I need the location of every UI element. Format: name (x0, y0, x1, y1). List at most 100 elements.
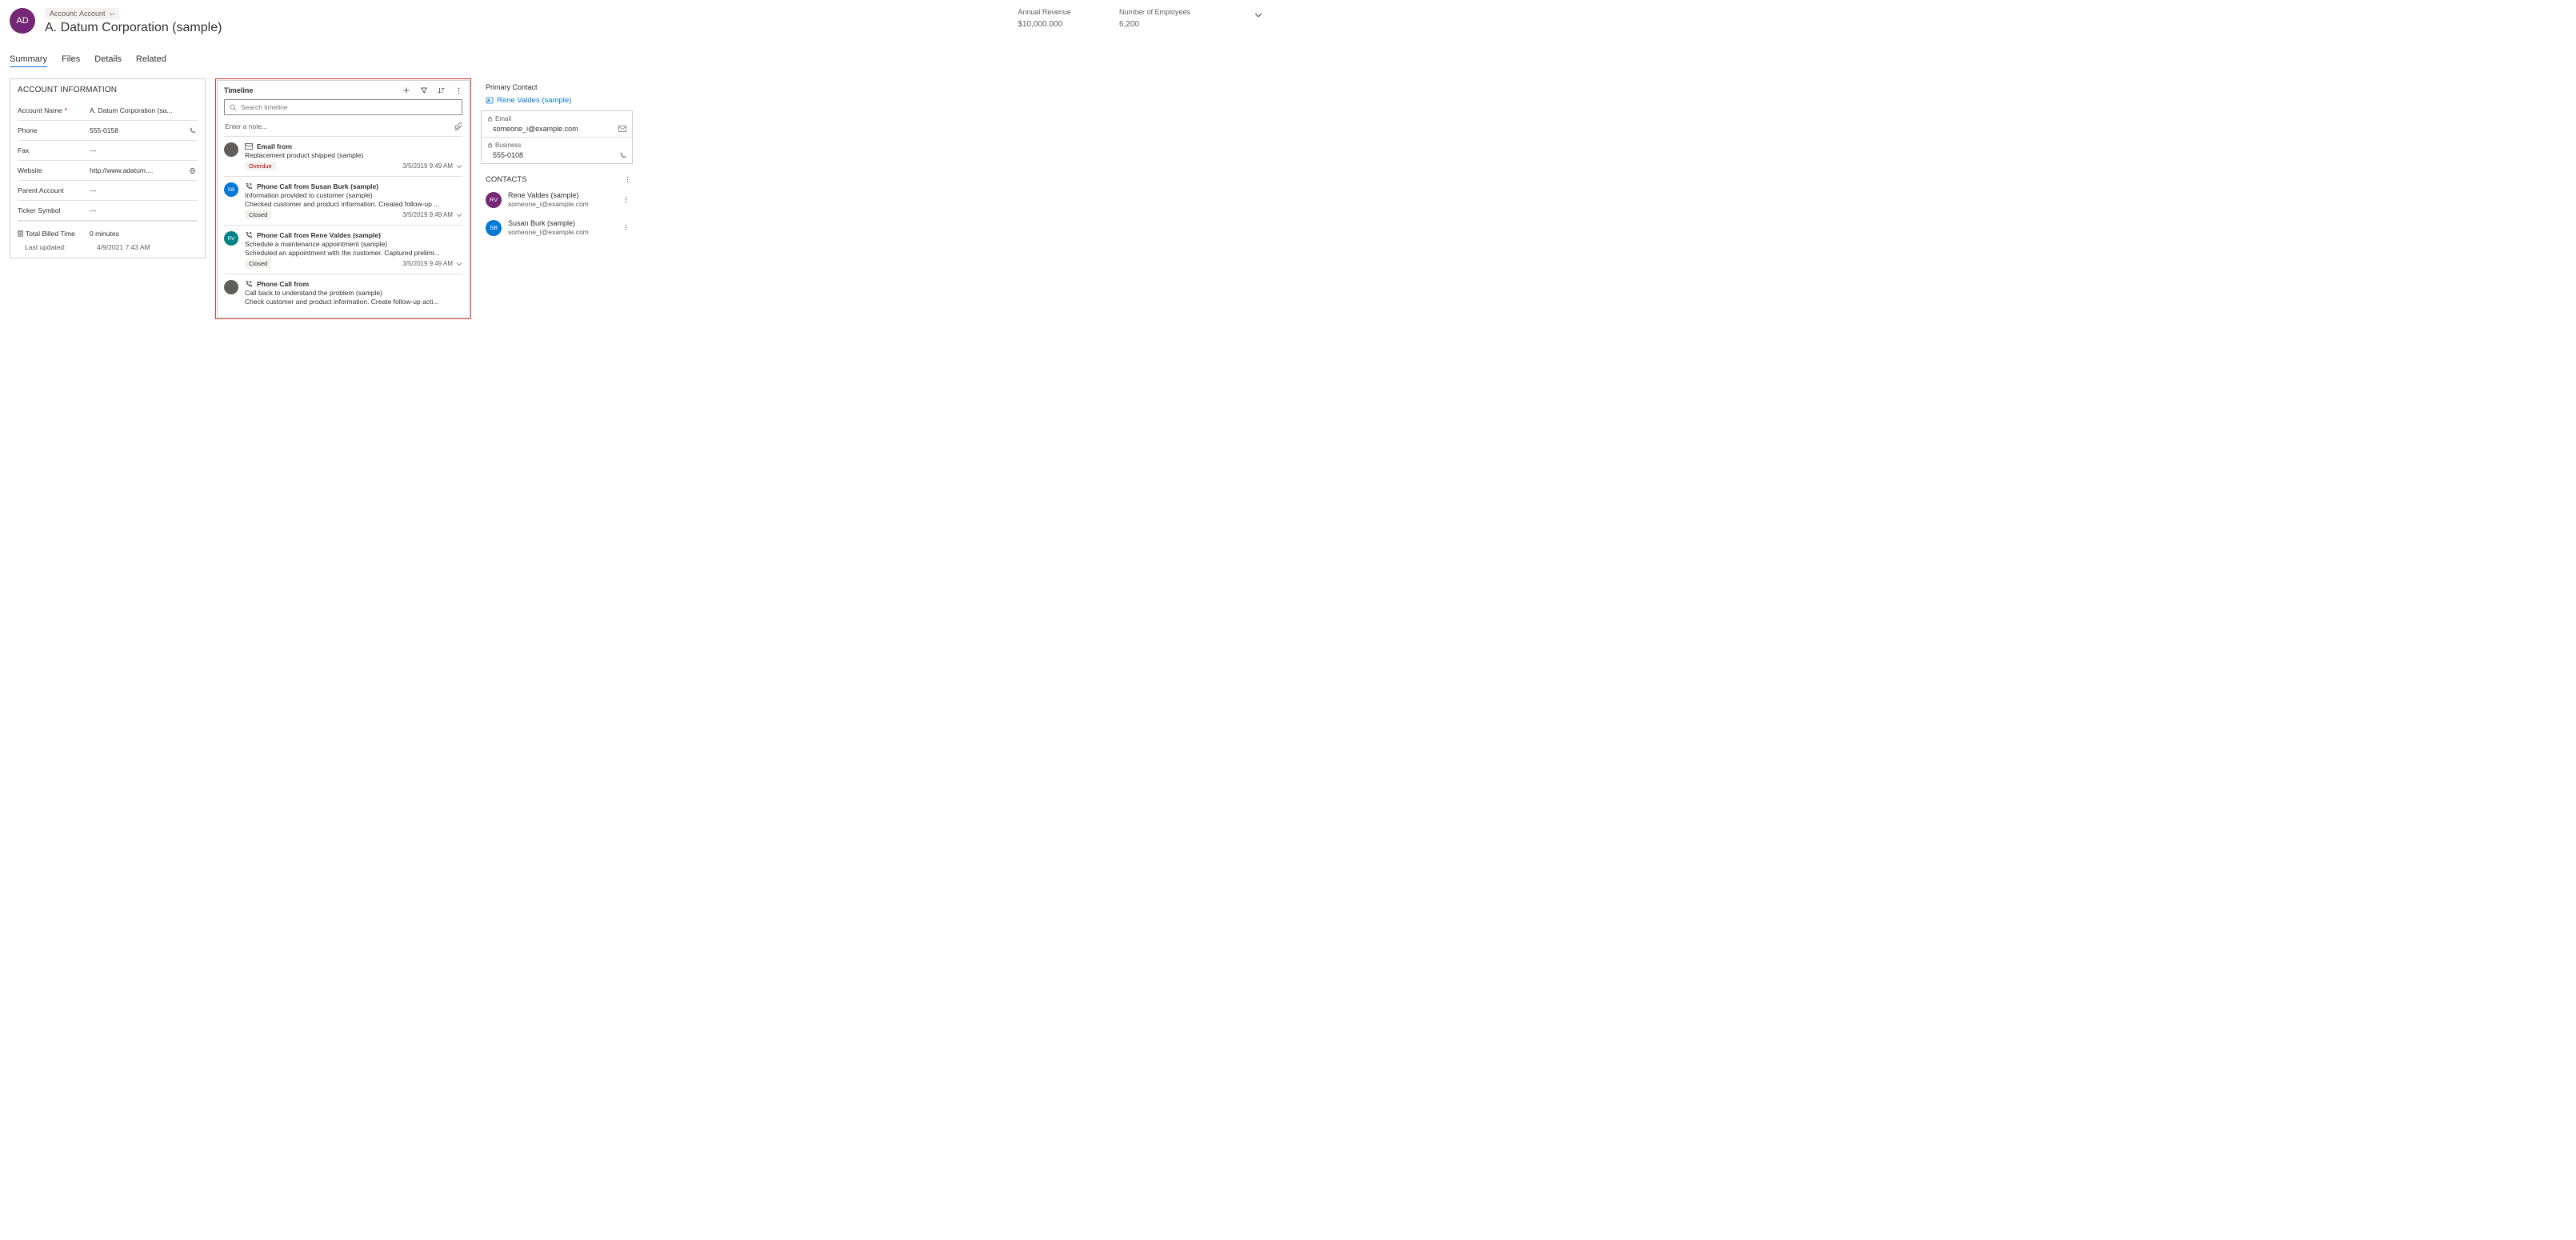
contact-item[interactable]: SBSusan Burk (sample)someone_l@example.c… (481, 214, 633, 242)
timeline-item-date: 3/5/2019 9:49 AM (402, 260, 462, 267)
timeline-search[interactable] (224, 99, 462, 115)
field-fax[interactable]: Fax --- (18, 141, 198, 161)
chevron-down-icon[interactable] (456, 212, 462, 218)
field-value: someone_i@example.com (493, 125, 578, 133)
field-label: Business (495, 142, 521, 149)
stat-annual-revenue: Annual Revenue $10,000.000 (1018, 8, 1071, 29)
chevron-down-icon[interactable] (456, 261, 462, 267)
primary-contact-label: Primary Contact (486, 83, 633, 91)
timeline-avatar (224, 142, 238, 157)
required-indicator: * (65, 106, 67, 114)
field-ticker[interactable]: Ticker Symbol --- (18, 201, 198, 221)
contact-email-field[interactable]: Email someone_i@example.com (482, 111, 632, 137)
contacts-more-button[interactable] (624, 176, 631, 183)
contact-avatar: RV (486, 192, 502, 208)
contacts-section: CONTACTS RVRene Valdes (sample)someone_i… (481, 172, 633, 242)
globe-icon[interactable] (189, 167, 196, 174)
timeline-body: Phone Call fromCall back to understand t… (245, 280, 462, 306)
timeline-body: Email fromReplacement product shipped (s… (245, 142, 462, 170)
timeline-item-description: Check customer and product information. … (245, 298, 462, 306)
stat-value: 6,200 (1119, 20, 1190, 29)
record-title: A. Datum Corporation (sample) (45, 21, 1008, 35)
lock-icon (487, 116, 493, 122)
field-value: 555-0158 (90, 126, 118, 134)
timeline-search-input[interactable] (241, 103, 457, 111)
timeline-sort-button[interactable] (438, 86, 446, 94)
last-updated-value: 4/9/2021 7:43 AM (97, 243, 150, 251)
field-label: Parent Account (18, 186, 64, 194)
field-label: Website (18, 166, 42, 174)
field-value: --- (90, 206, 97, 214)
contact-name: Susan Burk (sample) (508, 219, 616, 227)
timeline-item-title: Phone Call from Susan Burk (sample) (257, 182, 378, 190)
contact-email: someone_i@example.com (508, 200, 616, 208)
timeline-note-input[interactable]: Enter a note... (224, 120, 462, 136)
email-icon (245, 143, 253, 150)
timeline-add-button[interactable] (402, 86, 410, 94)
lock-icon (487, 142, 493, 148)
field-label: Total Billed Time (26, 230, 75, 238)
attachment-button[interactable] (454, 122, 462, 130)
primary-contact-section: Primary Contact Rene Valdes (sample) Ema… (481, 78, 633, 164)
timeline-body: Phone Call from Rene Valdes (sample)Sche… (245, 231, 462, 268)
timeline-status-badge: Overdue (245, 162, 276, 170)
timeline-avatar: SB (224, 182, 238, 197)
timeline-item[interactable]: RVPhone Call from Rene Valdes (sample)Sc… (224, 225, 462, 274)
header-expand-chevron[interactable] (1254, 8, 1262, 19)
more-vertical-icon (624, 176, 631, 183)
timeline-item-title: Email from (257, 142, 292, 150)
field-label: Phone (18, 126, 38, 134)
timeline-item-date: 3/5/2019 9:49 AM (402, 211, 462, 218)
contact-more-button[interactable] (622, 196, 630, 203)
timeline-item-date: 3/5/2019 9:49 AM (402, 162, 462, 170)
timeline-more-button[interactable] (455, 87, 462, 94)
tab-strip: Summary Files Details Related (10, 54, 1278, 67)
phone-icon[interactable] (189, 127, 196, 134)
timeline-item[interactable]: Phone Call fromCall back to understand t… (224, 274, 462, 311)
field-value: A. Datum Corporation (sa... (90, 106, 172, 114)
timeline-item-title: Phone Call from Rene Valdes (sample) (257, 231, 381, 239)
plus-icon (402, 86, 410, 94)
entity-type-selector[interactable]: Account: Account (45, 8, 119, 19)
timeline-filter-button[interactable] (420, 86, 428, 94)
record-header: AD Account: Account A. Datum Corporation… (10, 8, 1278, 35)
timeline-item-subject: Call back to understand the problem (sam… (245, 289, 462, 297)
chevron-down-icon (1254, 11, 1262, 19)
phone-call-icon (245, 182, 253, 190)
tab-summary[interactable]: Summary (10, 54, 47, 67)
entity-type-label: Account: Account (50, 10, 106, 18)
tab-files[interactable]: Files (62, 54, 80, 67)
field-parent-account[interactable]: Parent Account --- (18, 181, 198, 201)
contact-item[interactable]: RVRene Valdes (sample)someone_i@example.… (481, 186, 633, 214)
field-value: 0 minutes (90, 230, 119, 238)
mail-icon[interactable] (618, 126, 626, 132)
tab-related[interactable]: Related (136, 54, 166, 67)
timeline-item-title: Phone Call from (257, 280, 309, 288)
contact-more-button[interactable] (622, 224, 630, 231)
field-website[interactable]: Website http://www.adatum.... (18, 161, 198, 181)
more-vertical-icon (622, 224, 630, 231)
timeline-avatar: RV (224, 231, 238, 246)
field-phone[interactable]: Phone 555-0158 (18, 121, 198, 141)
phone-icon[interactable] (619, 152, 626, 159)
primary-contact-link[interactable]: Rene Valdes (sample) (486, 96, 633, 105)
last-updated-row: Last updated: 4/9/2021 7:43 AM (18, 240, 198, 251)
more-vertical-icon (455, 87, 462, 94)
search-icon (230, 104, 237, 111)
section-title: ACCOUNT INFORMATION (18, 86, 198, 94)
field-total-billed: Total Billed Time 0 minutes (18, 227, 198, 240)
phone-call-icon (245, 280, 253, 288)
field-value: 555-0108 (493, 151, 523, 159)
timeline-body: Phone Call from Susan Burk (sample)Infor… (245, 182, 462, 219)
timeline-item-subject: Schedule a maintenance appointment (samp… (245, 240, 462, 248)
stat-label: Number of Employees (1119, 8, 1190, 16)
timeline-item-description: Scheduled an appointment with the custom… (245, 249, 462, 257)
field-account-name[interactable]: Account Name * A. Datum Corporation (sa.… (18, 101, 198, 121)
timeline-item[interactable]: Email fromReplacement product shipped (s… (224, 136, 462, 176)
contact-card-icon (486, 97, 494, 104)
chevron-down-icon[interactable] (456, 163, 462, 170)
paperclip-icon (454, 122, 462, 130)
timeline-item[interactable]: SB Phone Call from Susan Burk (sample)Inf… (224, 176, 462, 225)
tab-details[interactable]: Details (94, 54, 122, 67)
contact-business-phone-field[interactable]: Business 555-0108 (482, 137, 632, 163)
